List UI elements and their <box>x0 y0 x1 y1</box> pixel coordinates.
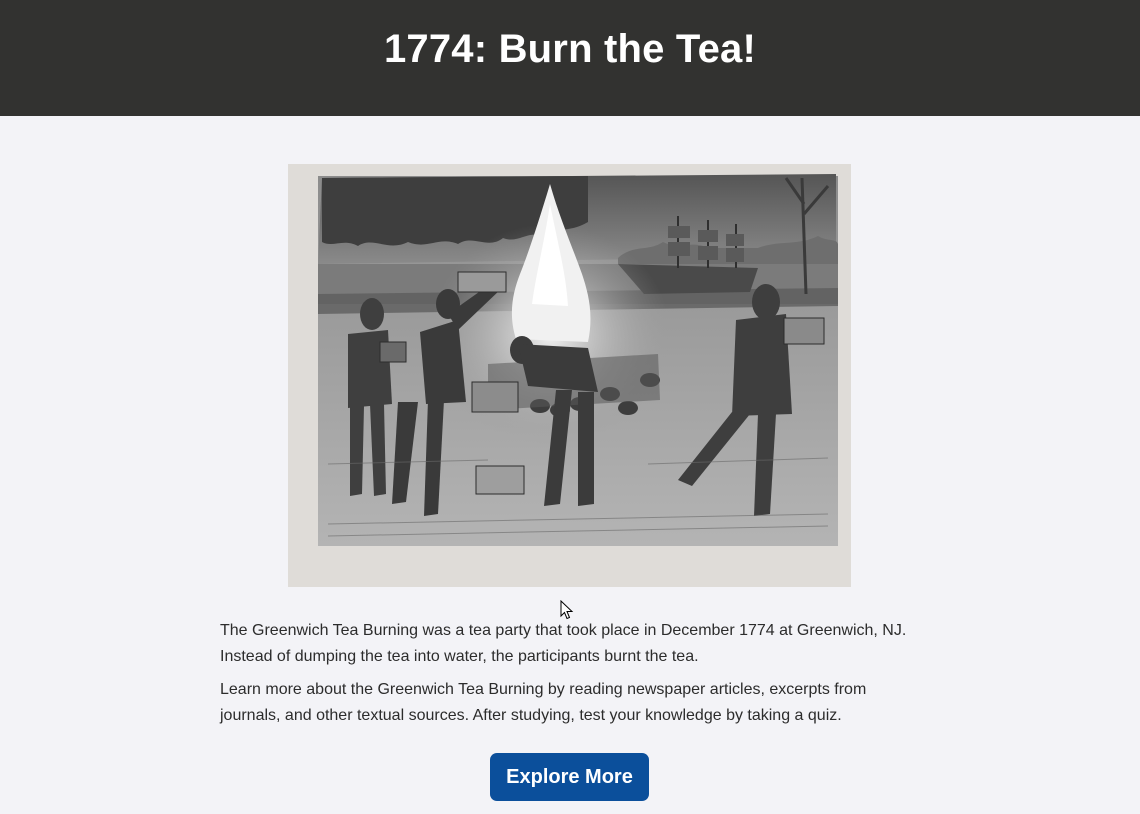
mouse-cursor-icon <box>560 600 574 620</box>
tea-burning-illustration <box>288 164 851 587</box>
intro-paragraph: The Greenwich Tea Burning was a tea part… <box>220 622 907 665</box>
learn-more-paragraph: Learn more about the Greenwich Tea Burni… <box>220 681 867 724</box>
page-header: 1774: Burn the Tea! <box>0 0 1140 116</box>
illustration-drawing <box>288 164 851 587</box>
page-title: 1774: Burn the Tea! <box>383 27 757 71</box>
explore-more-button[interactable]: Explore More <box>490 753 649 801</box>
